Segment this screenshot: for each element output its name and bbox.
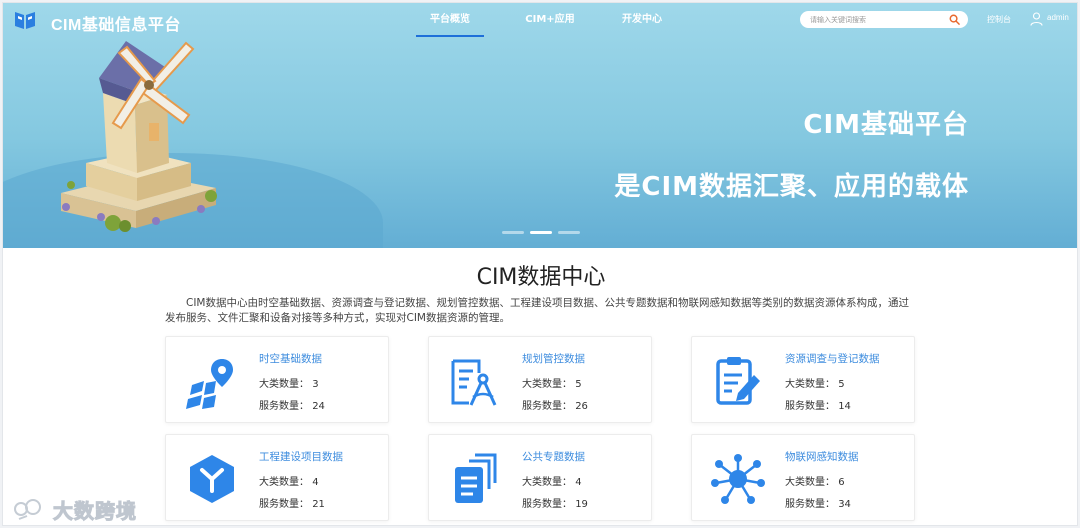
document-stack-icon — [455, 453, 497, 503]
carousel-indicators — [502, 231, 580, 234]
card-category-count: 大类数量： 4 — [522, 477, 582, 488]
card-service-count: 服务数量： 24 — [259, 401, 325, 412]
carousel-dot-3[interactable] — [558, 231, 580, 234]
main-nav: 平台概览 CIM+应用 开发中心 — [416, 3, 688, 39]
card-category-count: 大类数量： 3 — [259, 379, 319, 390]
map-location-icon — [186, 359, 233, 409]
card-service-count: 服务数量： 21 — [259, 499, 325, 510]
search-icon[interactable] — [949, 14, 960, 25]
watermark-text: 大数跨境 — [53, 498, 137, 523]
card-service-count: 服务数量： 19 — [522, 499, 588, 510]
logo-book-icon — [15, 12, 35, 29]
nav-dev-center[interactable]: 开发中心 — [596, 3, 688, 37]
card-category-count: 大类数量： 5 — [522, 379, 582, 390]
card-public-topic-data[interactable]: 公共专题数据 大类数量： 4 服务数量： 19 — [428, 434, 652, 521]
carousel-dot-2[interactable] — [530, 231, 552, 234]
user-icon[interactable] — [1030, 12, 1043, 26]
search-box — [800, 11, 968, 28]
user-name[interactable]: admin — [1047, 13, 1069, 22]
card-title: 资源调查与登记数据 — [785, 353, 880, 365]
banner-subheadline: 是CIM数据汇聚、应用的载体 — [614, 172, 969, 202]
plan-compass-icon — [451, 359, 497, 406]
section-title: CIM数据中心 — [476, 265, 606, 290]
nav-platform-overview[interactable]: 平台概览 — [416, 3, 484, 37]
card-spatial-base-data[interactable]: 时空基础数据 大类数量： 3 服务数量： 24 — [165, 336, 389, 423]
card-service-count: 服务数量： 26 — [522, 401, 588, 412]
search-input[interactable] — [810, 13, 942, 26]
card-construction-project-data[interactable]: 工程建设项目数据 大类数量： 4 服务数量： 21 — [165, 434, 389, 521]
card-title: 工程建设项目数据 — [259, 451, 343, 463]
watermark: 大数跨境 — [13, 496, 137, 523]
card-category-count: 大类数量： 4 — [259, 477, 319, 488]
carousel-dot-1[interactable] — [502, 231, 524, 234]
app-frame: CIM基础信息平台 平台概览 CIM+应用 开发中心 控制台 admin CIM… — [2, 2, 1078, 526]
card-iot-sensing-data[interactable]: 物联网感知数据 大类数量： 6 服务数量： 34 — [691, 434, 915, 521]
network-node-icon — [711, 454, 765, 504]
banner-headline: CIM基础平台 — [803, 110, 969, 140]
card-resource-survey-data[interactable]: 资源调查与登记数据 大类数量： 5 服务数量： 14 — [691, 336, 915, 423]
card-title: 时空基础数据 — [259, 353, 322, 365]
hero-banner: CIM基础信息平台 平台概览 CIM+应用 开发中心 控制台 admin CIM… — [3, 3, 1077, 248]
section-description: CIM数据中心由时空基础数据、资源调查与登记数据、规划管控数据、工程建设项目数据… — [165, 297, 909, 324]
windmill-illustration — [61, 41, 217, 232]
watermark-logo-icon — [14, 499, 41, 520]
console-link[interactable]: 控制台 — [987, 14, 1011, 25]
card-title: 物联网感知数据 — [785, 451, 859, 463]
brand-title: CIM基础信息平台 — [51, 17, 181, 34]
card-category-count: 大类数量： 5 — [785, 379, 845, 390]
card-planning-control-data[interactable]: 规划管控数据 大类数量： 5 服务数量： 26 — [428, 336, 652, 423]
card-service-count: 服务数量： 14 — [785, 401, 851, 412]
card-service-count: 服务数量： 34 — [785, 499, 851, 510]
top-navbar: CIM基础信息平台 平台概览 CIM+应用 开发中心 控制台 admin — [3, 3, 1077, 39]
card-title: 公共专题数据 — [522, 451, 585, 463]
clipboard-edit-icon — [716, 357, 760, 405]
card-title: 规划管控数据 — [522, 353, 585, 365]
hexagon-y-icon — [190, 455, 234, 503]
card-category-count: 大类数量： 6 — [785, 477, 845, 488]
nav-cim-apps[interactable]: CIM+应用 — [504, 3, 596, 37]
